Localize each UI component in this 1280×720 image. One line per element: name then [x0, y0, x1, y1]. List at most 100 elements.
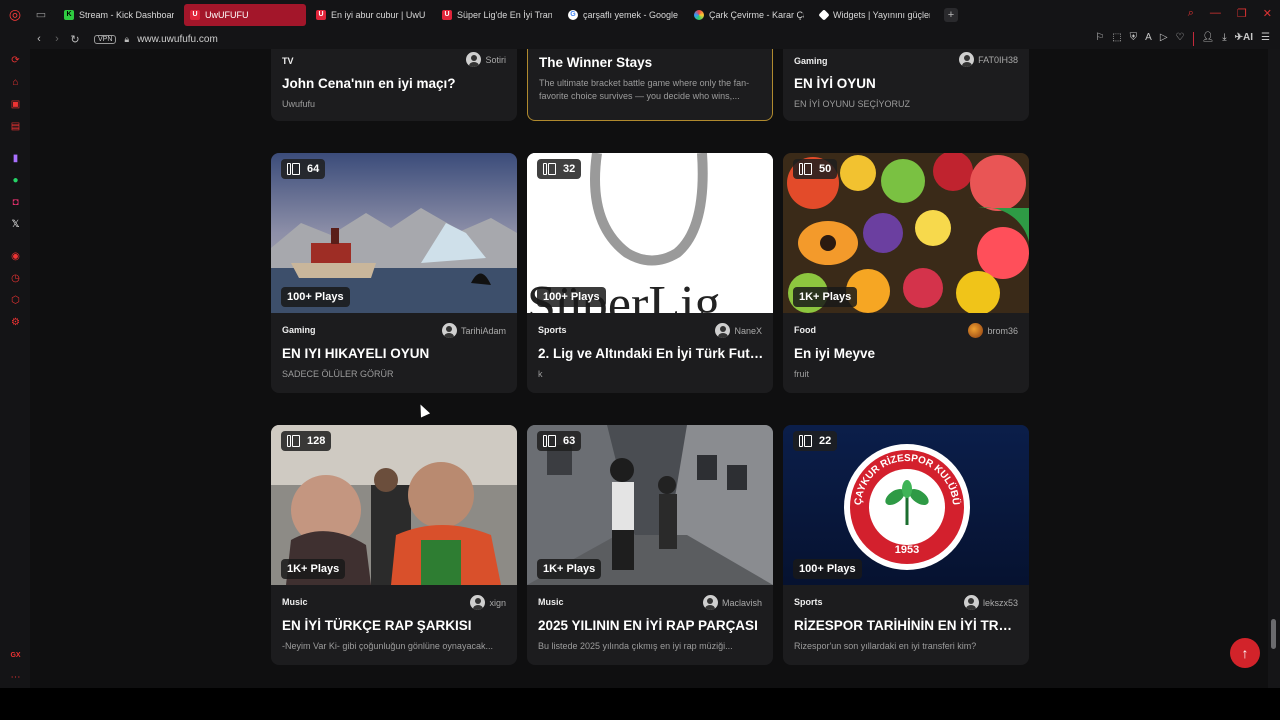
quiz-card[interactable]: ÇAYKUR RİZESPOR KULÜBÜ 1953 22 100+ Play… — [783, 425, 1029, 665]
cards-icon — [799, 435, 813, 447]
scroll-to-top-button[interactable]: ↑ — [1230, 638, 1260, 668]
card-author[interactable]: Sotiri — [466, 52, 506, 67]
tab-google[interactable]: G çarşaflı yemek - Google'd — [562, 4, 684, 26]
page-scrollbar[interactable] — [1268, 49, 1280, 688]
sidebar-extensions-icon[interactable]: ⬡ — [9, 294, 22, 307]
snapshot-icon[interactable]: ⬚ — [1112, 32, 1121, 46]
card-author[interactable]: FAT0IH38 — [959, 52, 1018, 67]
twitch-icon[interactable]: ▮ — [9, 152, 22, 165]
url-field[interactable]: www.uwufufu.com — [137, 34, 218, 45]
player-icon[interactable]: ▷ — [1160, 32, 1168, 46]
card-thumbnail: SüperLig 32 100+ Plays — [527, 153, 773, 313]
tab-cark-cevirme[interactable]: Çark Çevirme - Karar Çark — [688, 4, 810, 26]
cards-icon — [799, 163, 813, 175]
tab-uwufufu[interactable]: U UwUFUFU — [184, 3, 306, 26]
instagram-icon[interactable]: ◘ — [9, 196, 22, 209]
arrow-up-icon: ↑ — [1241, 645, 1249, 661]
vpn-badge[interactable]: VPN — [94, 34, 117, 44]
plays-badge: 100+ Plays — [793, 559, 862, 579]
tab-super-lig[interactable]: U Süper Lig'de En İyi Transf — [436, 4, 558, 26]
minimize-icon[interactable]: — — [1210, 7, 1221, 20]
card-meta: Music Maclavish 2025 YILININ EN İYİ RAP … — [527, 585, 773, 665]
close-icon[interactable]: ✕ — [1263, 7, 1272, 20]
tab-widgets[interactable]: Widgets | Yayınını güçlend — [814, 4, 936, 26]
card-category: Gaming — [282, 325, 316, 335]
card-meta: Music xign EN İYİ TÜRKÇE RAP ŞARKISI -Ne… — [271, 585, 517, 665]
cards-icon — [543, 163, 557, 175]
card-description: Bu listede 2025 yılında çıkmış en iyi ra… — [538, 641, 733, 651]
whatsapp-icon[interactable]: ● — [9, 174, 22, 187]
quiz-card[interactable]: 50 1K+ Plays Food brom36 En iyi Meyve fr… — [783, 153, 1029, 393]
card-author[interactable]: xign — [470, 595, 506, 610]
forward-icon[interactable]: › — [48, 33, 66, 45]
card-category: Music — [282, 597, 308, 607]
card-author[interactable]: NaneX — [715, 323, 762, 338]
quiz-card[interactable]: 64 100+ Plays Gaming TarihiAdam EN IYI H… — [271, 153, 517, 393]
quiz-card[interactable]: SüperLig 32 100+ Plays Sports NaneX 2. L… — [527, 153, 773, 393]
sidebar-shopping-icon[interactable]: ⌂ — [9, 76, 22, 89]
avatar — [702, 595, 718, 610]
restore-icon[interactable]: ❐ — [1237, 7, 1247, 20]
bookmark-icon[interactable]: ⚐ — [1095, 32, 1104, 46]
card-title: RİZESPOR TARİHİNİN EN İYİ TRANSFERİ — [794, 618, 1020, 633]
sidebar-settings-icon[interactable]: ⚙ — [9, 316, 22, 329]
heart-icon[interactable]: ♡ — [1176, 32, 1185, 46]
tab-bar: ◎ ▭ K Stream - Kick Dashboard U UwUFUFU … — [0, 0, 1280, 29]
card-author[interactable]: Maclavish — [702, 595, 762, 610]
cards-icon — [287, 435, 301, 447]
adblock-shield-icon[interactable]: ⛨ — [1130, 32, 1138, 46]
quiz-card[interactable]: Gaming FAT0IH38 EN İYİ OYUN EN İYİ OYUNU… — [783, 49, 1029, 121]
ai-button[interactable]: ✈AI — [1235, 32, 1253, 46]
tab-abur-cubur[interactable]: U En iyi abur cubur | UwUFU — [310, 4, 432, 26]
avatar — [466, 52, 482, 67]
item-count-badge: 22 — [793, 431, 838, 451]
card-title: John Cena'nın en iyi maçı? — [282, 76, 456, 91]
sidebar-music-icon[interactable]: ◉ — [9, 250, 22, 263]
sidebar-history-icon[interactable]: ⟳ — [9, 54, 22, 67]
translate-icon[interactable]: A — [1145, 32, 1152, 46]
card-thumbnail: 128 1K+ Plays — [271, 425, 517, 585]
card-description: Rizespor'un son yıllardaki en iyi transf… — [794, 641, 977, 651]
card-meta: Food brom36 En iyi Meyve fruit — [783, 313, 1029, 393]
card-title: En iyi Meyve — [794, 346, 876, 361]
card-category: Gaming — [794, 56, 828, 66]
back-icon[interactable]: ‹ — [30, 33, 48, 45]
search-tabs-icon[interactable]: ⌕ — [1188, 7, 1194, 20]
quiz-card[interactable]: 128 1K+ Plays Music xign EN İYİ TÜRKÇE R… — [271, 425, 517, 665]
sidebar-news-icon[interactable]: ▤ — [9, 120, 22, 133]
uwufufu-icon: U — [316, 9, 326, 20]
card-thumbnail: 63 1K+ Plays — [527, 425, 773, 585]
card-category: Sports — [538, 325, 567, 335]
card-title: EN İYİ TÜRKÇE RAP ŞARKISI — [282, 618, 472, 633]
tab-switcher-icon[interactable]: ▭ — [30, 0, 52, 29]
item-count-badge: 50 — [793, 159, 838, 179]
x-twitter-icon[interactable]: 𝕏 — [9, 218, 22, 231]
card-meta: Sports lekszx53 RİZESPOR TARİHİNİN EN İY… — [783, 585, 1029, 665]
quiz-card[interactable]: TV Sotiri John Cena'nın en iyi maçı? Uwu… — [271, 49, 517, 121]
opera-menu-icon[interactable]: ◎ — [0, 0, 30, 29]
card-author[interactable]: lekszx53 — [963, 595, 1018, 610]
avatar — [715, 323, 731, 338]
card-title: 2. Lig ve Altındaki En İyi Türk Futbolcu — [538, 346, 764, 361]
scrollbar-thumb[interactable] — [1271, 619, 1276, 649]
sidebar-more-icon[interactable]: ⋯ — [9, 671, 22, 684]
plays-badge: 1K+ Plays — [793, 287, 858, 307]
tab-kick-dashboard[interactable]: K Stream - Kick Dashboard — [58, 4, 180, 26]
card-meta: Sports NaneX 2. Lig ve Altındaki En İyi … — [527, 313, 773, 393]
quiz-card[interactable]: 63 1K+ Plays Music Maclavish 2025 YILINI… — [527, 425, 773, 665]
gx-logo[interactable]: GX — [9, 649, 22, 662]
card-description: The ultimate bracket battle game where o… — [539, 78, 750, 101]
sidebar-clock-icon[interactable]: ◷ — [9, 272, 22, 285]
plays-badge: 100+ Plays — [537, 287, 606, 307]
lock-icon[interactable]: 🔒︎ — [124, 34, 129, 45]
card-author[interactable]: TarihiAdam — [441, 323, 506, 338]
page-content: TV Sotiri John Cena'nın en iyi maçı? Uwu… — [30, 49, 1268, 688]
sidebar-chat-icon[interactable]: ▣ — [9, 98, 22, 111]
download-icon[interactable]: ⤓ — [1222, 32, 1226, 46]
card-author[interactable]: brom36 — [968, 323, 1018, 338]
new-tab-button[interactable]: + — [944, 7, 958, 22]
profile-icon[interactable]: 👤︎ — [1202, 32, 1215, 46]
featured-card-winner-stays[interactable]: The Winner Stays The ultimate bracket ba… — [527, 49, 773, 121]
easy-setup-icon[interactable]: ☰ — [1261, 32, 1270, 46]
reload-icon[interactable]: ↻ — [66, 33, 84, 46]
